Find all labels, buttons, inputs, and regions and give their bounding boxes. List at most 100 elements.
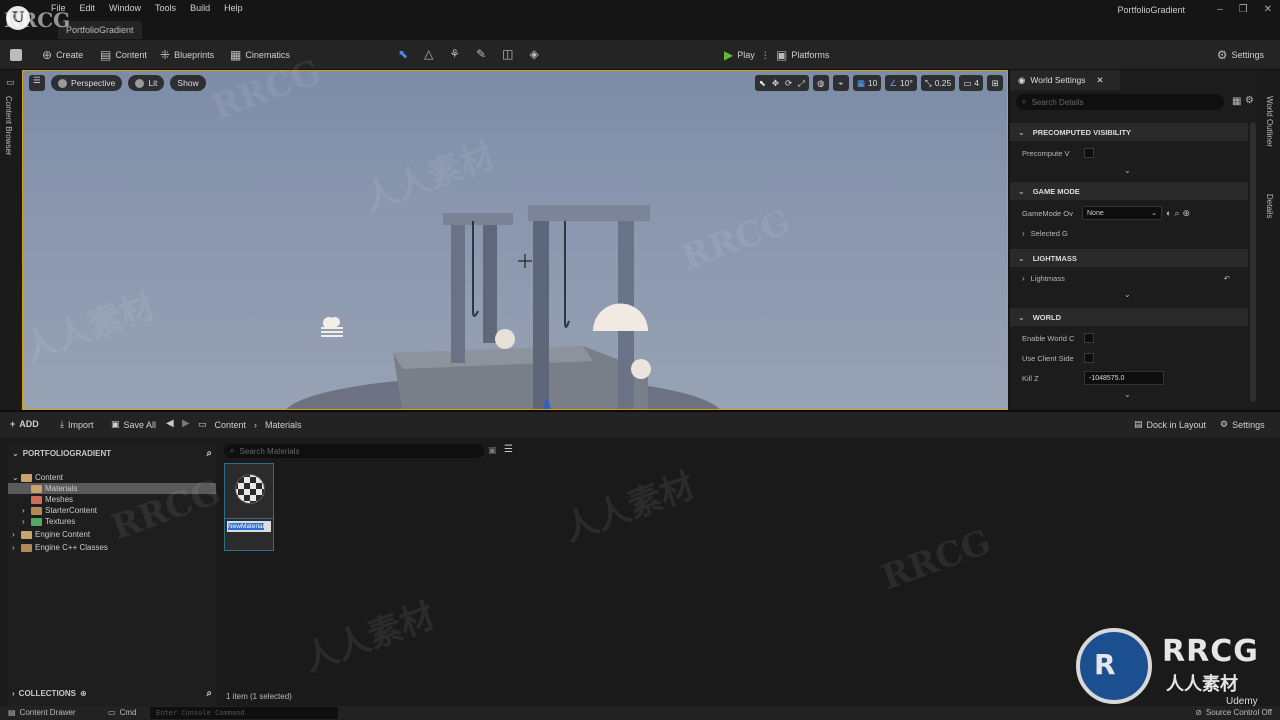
asset-search-input[interactable]: ⌕ Search Materials bbox=[224, 444, 484, 458]
paint-mode-icon[interactable]: ✎ bbox=[476, 48, 486, 60]
surface-snap-toggle[interactable]: ⌖ bbox=[832, 75, 849, 91]
chevron-right-icon[interactable]: › bbox=[12, 543, 18, 552]
content-browser-vertical-tab[interactable]: Content Browser bbox=[4, 96, 13, 156]
modeling-mode-icon[interactable]: ◫ bbox=[502, 48, 513, 60]
save-all-button[interactable]: ▣ Save All bbox=[111, 419, 156, 430]
enable-world-checkbox[interactable] bbox=[1084, 333, 1094, 343]
filter-icon[interactable]: ☰ bbox=[504, 444, 513, 455]
asset-rename-field[interactable]: NewMaterial bbox=[227, 521, 271, 532]
move-tool-icon[interactable]: ✥ bbox=[772, 78, 779, 89]
platforms-button[interactable]: ▣ Platforms bbox=[776, 49, 829, 61]
play-button[interactable]: ▶ Play ⋮ bbox=[724, 48, 770, 62]
browse-icon[interactable]: ◐ bbox=[1166, 208, 1171, 218]
source-control-button[interactable]: ⊘ Source Control Off bbox=[1195, 708, 1272, 717]
console-input[interactable]: Enter Console Command bbox=[150, 707, 338, 719]
world-outliner-vertical-tab[interactable]: World Outliner bbox=[1265, 96, 1274, 147]
folder-icon[interactable]: ▭ bbox=[6, 76, 15, 88]
search-icon[interactable]: ⌕ bbox=[1174, 208, 1179, 219]
rotation-snap-button[interactable]: ∠ 10° bbox=[885, 75, 917, 91]
scale-tool-icon[interactable]: ⤢ bbox=[798, 78, 805, 89]
unreal-logo-icon[interactable]: U bbox=[6, 6, 30, 30]
gamemode-dropdown[interactable]: None ⌄ bbox=[1082, 206, 1162, 220]
add-button[interactable]: + ADD bbox=[10, 419, 39, 429]
level-viewport[interactable]: ☰ Perspective Lit Show ⬉ ✥ ⟳ ⤢ ◍ ⌖ ▦ 10 … bbox=[22, 70, 1008, 410]
level-tab[interactable]: PortfolioGradient bbox=[58, 21, 142, 39]
precompute-visibility-checkbox[interactable] bbox=[1084, 148, 1094, 158]
details-search[interactable]: ⌕ Search Details bbox=[1016, 94, 1224, 110]
dock-in-layout-button[interactable]: ▤ Dock in Layout bbox=[1134, 419, 1206, 430]
scale-snap-button[interactable]: ⤡ 0.25 bbox=[920, 75, 956, 91]
search-icon[interactable]: ⌕ bbox=[206, 688, 212, 699]
expand-advanced-icon[interactable]: ⌄ bbox=[1124, 390, 1131, 399]
kill-z-input[interactable]: -1048575.0 bbox=[1084, 371, 1164, 385]
table-view-icon[interactable]: ▦ bbox=[1232, 96, 1241, 107]
expand-advanced-icon[interactable]: ⌄ bbox=[1124, 166, 1131, 175]
chevron-right-icon[interactable]: › bbox=[22, 517, 28, 526]
reset-icon[interactable]: ↶ bbox=[1224, 274, 1230, 283]
use-client-side-checkbox[interactable] bbox=[1084, 353, 1094, 363]
cinematics-button[interactable]: ▦ Cinematics bbox=[230, 49, 290, 61]
fracture-mode-icon[interactable]: ◈ bbox=[529, 48, 538, 60]
tree-item[interactable]: Materials bbox=[8, 483, 216, 494]
section-precomputed-visibility[interactable]: ⌄ PRECOMPUTED VISIBILITY bbox=[1010, 123, 1248, 141]
tree-item[interactable]: › Engine Content bbox=[8, 529, 216, 540]
perspective-button[interactable]: Perspective bbox=[51, 75, 123, 91]
minimize-icon[interactable]: – bbox=[1217, 4, 1223, 15]
tree-item[interactable]: Meshes bbox=[8, 494, 216, 505]
content-drawer-button[interactable]: ▤ Content Drawer bbox=[8, 708, 76, 717]
add-icon[interactable]: ⊕ bbox=[1182, 208, 1190, 219]
menu-file[interactable]: File bbox=[44, 3, 73, 13]
section-game-mode[interactable]: ⌄ GAME MODE bbox=[1010, 182, 1248, 200]
camera-speed-button[interactable]: ▭ 4 bbox=[959, 75, 983, 91]
breadcrumb-materials[interactable]: Materials bbox=[265, 420, 302, 430]
chevron-right-icon[interactable]: › bbox=[12, 530, 18, 539]
details-vertical-tab[interactable]: Details bbox=[1265, 194, 1274, 218]
section-world[interactable]: ⌄ WORLD bbox=[1010, 308, 1248, 326]
select-tool-icon[interactable]: ⬉ bbox=[759, 78, 766, 89]
add-collection-icon[interactable]: ⊕ bbox=[80, 689, 87, 698]
collections-header[interactable]: › COLLECTIONS ⊕ ⌕ bbox=[12, 688, 212, 699]
menu-window[interactable]: Window bbox=[102, 3, 148, 13]
grid-snap-button[interactable]: ▦ 10 bbox=[852, 75, 882, 91]
menu-tools[interactable]: Tools bbox=[148, 3, 183, 13]
menu-edit[interactable]: Edit bbox=[73, 3, 103, 13]
tree-item[interactable]: ⌄ Content bbox=[8, 472, 216, 483]
prop-selected-gamemode[interactable]: › Selected G bbox=[1010, 223, 1248, 243]
tree-root-header[interactable]: ⌄ PORTFOLIOGRADIENT ⌕ bbox=[12, 448, 212, 459]
expand-advanced-icon[interactable]: ⌄ bbox=[1124, 290, 1131, 299]
chevron-down-icon[interactable]: ⌄ bbox=[12, 473, 19, 482]
import-button[interactable]: ⤓ Import bbox=[60, 419, 94, 430]
viewport-menu-button[interactable]: ☰ bbox=[29, 75, 45, 91]
world-local-toggle[interactable]: ◍ bbox=[812, 75, 829, 91]
tree-item[interactable]: › StarterContent bbox=[8, 505, 216, 516]
landscape-mode-icon[interactable]: △ bbox=[424, 48, 433, 60]
tree-item[interactable]: › Engine C++ Classes bbox=[8, 542, 216, 553]
content-button[interactable]: ▤ Content bbox=[100, 49, 147, 61]
lit-button[interactable]: Lit bbox=[128, 75, 165, 91]
create-button[interactable]: ⊕ Create bbox=[42, 49, 83, 61]
maximize-icon[interactable]: ❐ bbox=[1239, 4, 1248, 15]
play-options-icon[interactable]: ⋮ bbox=[761, 50, 770, 61]
menu-build[interactable]: Build bbox=[183, 3, 217, 13]
close-tab-icon[interactable]: ✕ bbox=[1097, 75, 1104, 86]
world-settings-tab[interactable]: ◉ World Settings ✕ bbox=[1010, 70, 1120, 90]
close-icon[interactable]: ✕ bbox=[1264, 4, 1272, 15]
save-search-icon[interactable]: ▣ bbox=[488, 445, 497, 456]
blueprints-button[interactable]: ⁜ Blueprints bbox=[160, 49, 214, 61]
save-icon[interactable] bbox=[10, 49, 22, 61]
show-button[interactable]: Show bbox=[170, 75, 206, 91]
breadcrumb-content[interactable]: Content bbox=[215, 420, 247, 430]
cmd-button[interactable]: ▭ Cmd bbox=[108, 708, 136, 717]
select-mode-icon[interactable]: ⬉ bbox=[398, 48, 408, 60]
settings-button[interactable]: ⚙ Settings bbox=[1217, 49, 1264, 61]
foliage-mode-icon[interactable]: ⚘ bbox=[449, 48, 460, 60]
gear-icon[interactable]: ⚙ bbox=[1245, 95, 1254, 106]
chevron-right-icon[interactable]: › bbox=[22, 506, 28, 515]
rotate-tool-icon[interactable]: ⟳ bbox=[785, 78, 792, 89]
search-icon[interactable]: ⌕ bbox=[206, 448, 212, 459]
menu-help[interactable]: Help bbox=[217, 3, 250, 13]
details-scrollbar[interactable] bbox=[1250, 122, 1256, 402]
history-forward-icon[interactable]: ▶ bbox=[182, 418, 190, 429]
viewport-layout-button[interactable]: ⊞ bbox=[987, 75, 1003, 91]
asset-tile-newmaterial[interactable]: NewMaterial bbox=[224, 463, 274, 551]
